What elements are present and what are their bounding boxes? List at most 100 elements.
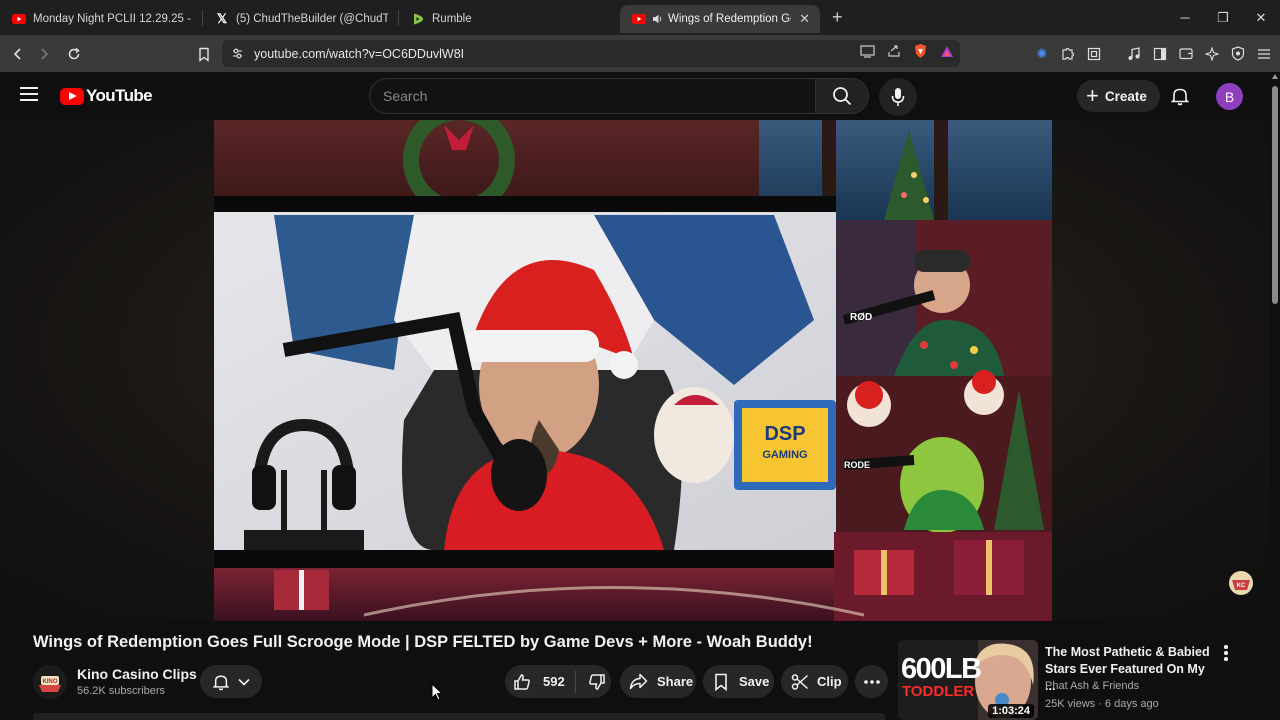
more-vertical-icon[interactable]	[1220, 644, 1232, 662]
save-button[interactable]: Save	[703, 665, 774, 698]
save-bookmark-icon	[715, 673, 727, 691]
account-avatar[interactable]: B	[1216, 83, 1243, 110]
reload-icon[interactable]	[61, 41, 87, 67]
gaming-sign-text: GAMING	[762, 449, 807, 461]
search-icon	[833, 87, 852, 106]
thumbs-down-icon	[588, 673, 605, 690]
bookmark-icon[interactable]	[191, 41, 217, 67]
restore-icon[interactable]: ❐	[1204, 0, 1242, 35]
rode-mic-tag-2: RODE	[844, 460, 870, 470]
video-frame-image: DSP GAMING RØD RODE	[214, 120, 1052, 621]
browser-tab-chudthebuilder[interactable]: 𝕏 (5) ChudTheBuilder (@ChudTheBuild	[203, 5, 398, 33]
forward-icon[interactable]	[31, 41, 57, 67]
bell-icon	[1171, 88, 1189, 106]
leo-ai-icon[interactable]	[1204, 46, 1220, 62]
toolbar-divider	[1112, 46, 1116, 62]
notifications-button[interactable]	[1168, 84, 1192, 108]
channel-name[interactable]: Kino Casino Clips	[77, 666, 197, 682]
youtube-favicon-icon	[632, 12, 646, 26]
thumbnail-headline: 600LB	[901, 653, 981, 685]
vpn-shield-icon[interactable]	[1230, 46, 1246, 62]
share-button[interactable]: Share	[620, 665, 696, 698]
tab-title: (5) ChudTheBuilder (@ChudTheBuild	[236, 13, 388, 25]
channel-avatar[interactable]: KINO	[33, 665, 67, 699]
close-window-icon[interactable]: ✕	[1242, 0, 1280, 35]
plus-icon: +	[1086, 83, 1099, 108]
subscription-notification-button[interactable]	[200, 665, 262, 698]
svg-text:KC: KC	[1237, 583, 1246, 589]
browser-menu-icon[interactable]	[1256, 46, 1272, 62]
brave-shields-icon[interactable]	[913, 43, 928, 64]
cast-icon[interactable]	[860, 44, 875, 63]
brave-rewards-icon[interactable]	[940, 45, 954, 63]
like-divider	[574, 670, 576, 693]
site-settings-icon[interactable]	[231, 47, 244, 60]
create-label: Create	[1104, 88, 1147, 104]
dislike-button[interactable]	[588, 673, 606, 691]
like-count: 592	[543, 674, 565, 689]
screenshot-extension-icon[interactable]	[1086, 46, 1102, 62]
tab-title: Monday Night PCLII 12.29.25 - Perry	[33, 13, 192, 25]
recommended-meta: 25K views · 6 days ago	[1045, 698, 1159, 710]
clip-button[interactable]: Clip	[781, 665, 848, 698]
youtube-logo[interactable]: YouTube	[60, 86, 153, 106]
vpn-extension-icon[interactable]: ✺	[1034, 46, 1050, 62]
rumble-icon	[411, 12, 425, 26]
rode-mic-tag: RØD	[850, 312, 872, 323]
scrollbar-thumb[interactable]	[1272, 86, 1278, 304]
search-box[interactable]	[369, 78, 816, 114]
youtube-header: YouTube + Create B	[0, 72, 1280, 120]
youtube-logo-text: YouTube	[86, 86, 153, 105]
share-page-icon[interactable]	[887, 44, 901, 63]
microphone-icon	[891, 88, 905, 106]
scroll-up-arrow-icon[interactable]	[1272, 74, 1278, 79]
youtube-favicon-icon	[12, 12, 26, 26]
like-button[interactable]	[513, 673, 531, 691]
wallet-icon[interactable]	[1178, 46, 1194, 62]
media-music-icon[interactable]	[1126, 46, 1142, 62]
clip-label: Clip	[817, 674, 842, 689]
close-tab-icon[interactable]: ✕	[799, 11, 810, 27]
mouse-cursor-icon	[431, 682, 444, 706]
create-button[interactable]: + Create	[1077, 80, 1160, 112]
sidebar-toggle-icon[interactable]	[1152, 46, 1168, 62]
chevron-down-icon	[237, 678, 250, 686]
recommended-channel[interactable]: Phat Ash & Friends	[1045, 680, 1139, 692]
bell-icon	[212, 674, 229, 690]
subscriber-count: 56.2K subscribers	[77, 685, 166, 697]
tab-title: Wings of Redemption Goes F	[668, 13, 791, 25]
browser-tab-rumble[interactable]: Rumble	[399, 5, 607, 33]
url-text: youtube.com/watch?v=OC6DDuvlW8I	[254, 46, 465, 61]
window-controls: ─ ❐ ✕	[1166, 0, 1280, 35]
recommended-video[interactable]: 600LB TODDLER 1:03:24 The Most Pathetic …	[898, 640, 1238, 720]
like-dislike-group: 592	[505, 665, 611, 698]
browser-toolbar: youtube.com/watch?v=OC6DDuvlW8I ✺	[0, 35, 1280, 72]
more-horizontal-icon	[863, 679, 880, 684]
search-input[interactable]	[370, 79, 815, 113]
thumbs-up-icon	[514, 673, 530, 690]
puzzle-extensions-icon[interactable]	[1060, 46, 1076, 62]
svg-text:KINO: KINO	[43, 679, 58, 685]
guide-menu-icon[interactable]	[20, 87, 38, 101]
minimize-icon[interactable]: ─	[1166, 0, 1204, 35]
voice-search-button[interactable]	[879, 78, 917, 116]
channel-watermark-icon[interactable]: KC	[1224, 568, 1258, 598]
browser-tab-monday-night[interactable]: Monday Night PCLII 12.29.25 - Perry	[0, 5, 202, 33]
new-tab-button[interactable]: +	[832, 7, 843, 28]
video-player[interactable]: DSP GAMING RØD RODE	[214, 120, 1052, 621]
speaker-icon[interactable]	[653, 12, 663, 26]
address-bar[interactable]: youtube.com/watch?v=OC6DDuvlW8I	[222, 40, 960, 67]
recommended-thumbnail[interactable]: 600LB TODDLER 1:03:24	[898, 640, 1038, 720]
browser-tab-wings-of-redemption[interactable]: Wings of Redemption Goes F ✕	[620, 5, 820, 33]
youtube-play-logo-icon	[60, 87, 84, 105]
tab-title: Rumble	[432, 13, 472, 25]
page-scrollbar[interactable]	[1270, 72, 1280, 720]
dsp-sign-text: DSP	[764, 423, 805, 445]
search-button[interactable]	[815, 78, 869, 114]
x-logo-icon: 𝕏	[216, 11, 228, 26]
more-actions-button[interactable]	[855, 665, 888, 698]
scissors-icon	[791, 673, 809, 690]
back-icon[interactable]	[5, 41, 31, 67]
video-duration-badge: 1:03:24	[988, 704, 1034, 718]
save-label: Save	[739, 674, 770, 689]
